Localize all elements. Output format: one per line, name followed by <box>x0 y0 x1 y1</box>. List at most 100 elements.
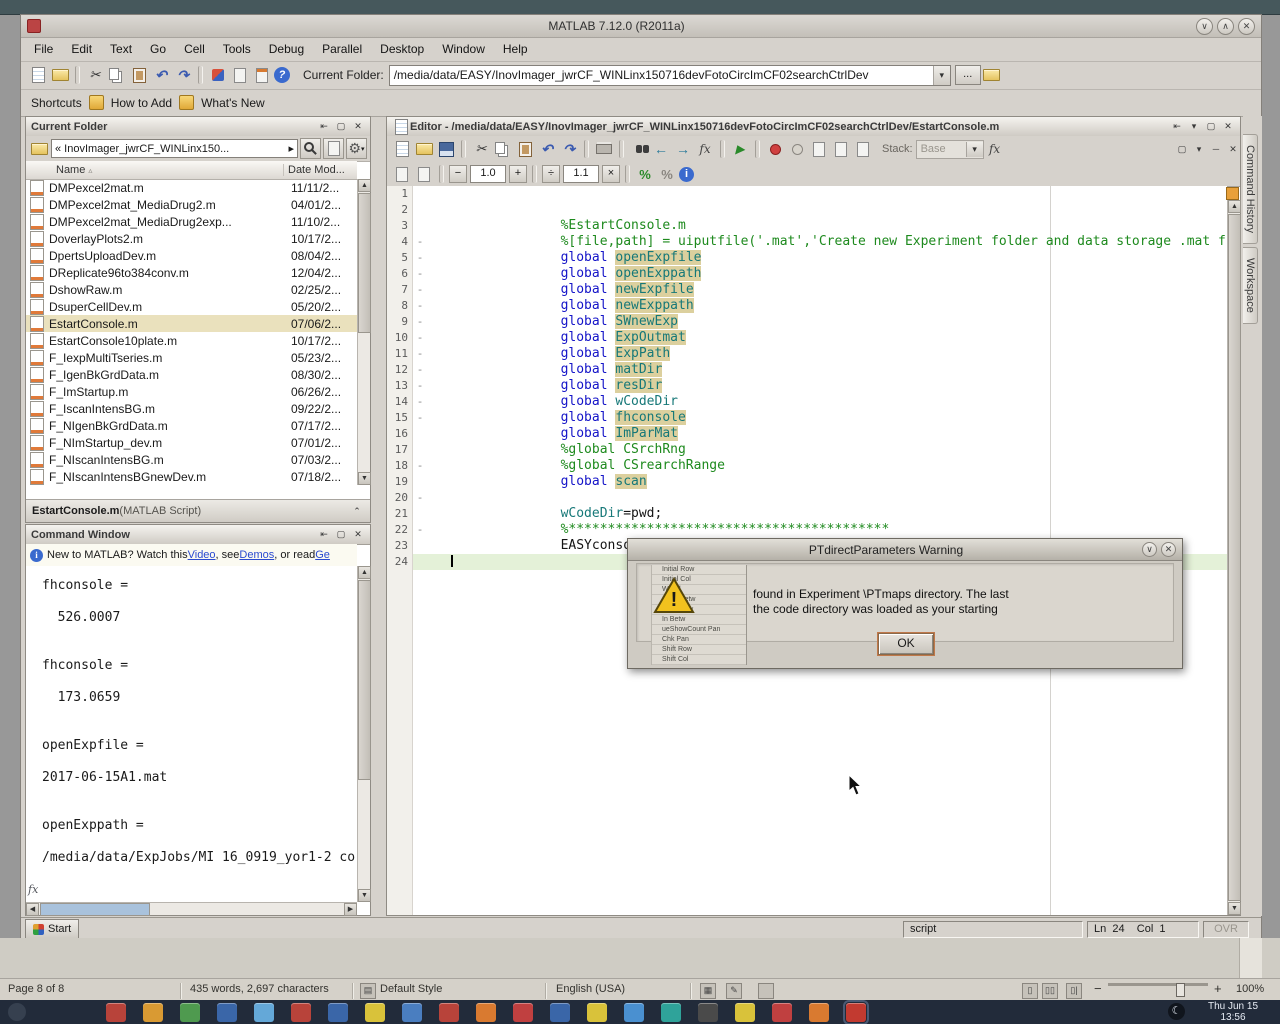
code-line[interactable]: 5 - global openExppath <box>387 250 1227 266</box>
new-file-icon[interactable] <box>28 65 48 85</box>
code-line[interactable]: 4 - global openExpfile <box>387 234 1227 250</box>
tray-moon-icon[interactable]: ☾ <box>1168 1003 1185 1020</box>
code-text[interactable] <box>427 474 1227 490</box>
taskbar-app-icon[interactable] <box>661 1003 681 1022</box>
increment-value-field[interactable]: 1.0 <box>470 165 506 183</box>
taskbar-app-icon[interactable] <box>291 1003 311 1022</box>
start-button[interactable]: Start <box>25 919 79 939</box>
code-line[interactable]: 1 <box>387 186 1227 202</box>
step-out-icon[interactable] <box>853 139 873 159</box>
up-folder-icon[interactable] <box>982 65 1002 85</box>
scrollbar-thumb[interactable] <box>358 580 371 780</box>
writer-scrollbar-remnant[interactable] <box>1239 938 1262 979</box>
code-line[interactable]: 19 <box>387 474 1227 490</box>
multiply-value-field[interactable]: 1.1 <box>563 165 599 183</box>
menu-item[interactable]: Desktop <box>371 40 433 58</box>
zoom-slider-knob[interactable] <box>1176 983 1185 997</box>
date-column-header[interactable]: Date Mod... <box>284 164 345 176</box>
menu-item[interactable]: Text <box>101 40 141 58</box>
copy-icon[interactable] <box>493 139 513 159</box>
breakpoint-column[interactable]: - <box>413 250 427 266</box>
code-text[interactable]: %EstartConsole.m <box>427 202 1227 218</box>
shortcut-how-to-add[interactable]: How to Add <box>111 96 172 110</box>
code-analyzer-indicator[interactable] <box>1226 187 1239 200</box>
code-text[interactable]: global ImParMat <box>427 410 1227 426</box>
close-panel-icon[interactable]: ✕ <box>351 120 365 133</box>
dock-icon[interactable]: ⇤ <box>317 528 331 541</box>
copy-icon[interactable] <box>107 65 127 85</box>
code-text[interactable]: global SWnewExp <box>427 298 1227 314</box>
separator[interactable] <box>755 140 760 158</box>
redo-icon[interactable]: ↷ <box>559 139 579 159</box>
breakpoint-column[interactable]: - <box>413 378 427 394</box>
taskbar-app-icon[interactable] <box>402 1003 422 1022</box>
code-text[interactable]: wCodeDir=pwd; <box>427 490 1227 506</box>
split-screen-icon[interactable]: ▢ <box>1175 143 1189 156</box>
code-text[interactable]: global resDir <box>427 362 1227 378</box>
separator[interactable] <box>461 140 466 158</box>
taskbar-app-icon[interactable] <box>698 1003 718 1022</box>
single-page-view-icon[interactable]: ▯ <box>1022 983 1038 999</box>
breakpoint-column[interactable] <box>413 426 427 442</box>
file-row[interactable]: F_NImStartup_dev.m 07/01/2... <box>26 434 357 451</box>
cell-divider-icon[interactable] <box>414 164 434 184</box>
code-text[interactable]: %[file,path] = uiputfile('.mat','Create … <box>427 218 1227 234</box>
stack-combobox[interactable]: Base ▾ <box>916 140 984 159</box>
command-window-output[interactable]: fhconsole = 526.0007fhconsole = 173.0659… <box>26 566 357 902</box>
code-line[interactable]: 2 %EstartConsole.m <box>387 202 1227 218</box>
step-in-icon[interactable] <box>831 139 851 159</box>
file-row[interactable]: F_IgenBkGrdData.m 08/30/2... <box>26 366 357 383</box>
code-text[interactable]: %global CSrearchRange <box>427 442 1227 458</box>
close-icon[interactable]: ✕ <box>1238 18 1255 35</box>
collapse-detail-icon[interactable]: ⌃ <box>350 505 364 518</box>
cut-icon[interactable]: ✂ <box>85 65 105 85</box>
stack-dropdown-icon[interactable]: ▾ <box>966 142 983 157</box>
taskbar-app-icon[interactable] <box>217 1003 237 1022</box>
code-text[interactable]: global ExpOutmat <box>427 314 1227 330</box>
command-window-hscrollbar[interactable]: ◀ ▶ <box>26 902 357 915</box>
separator[interactable] <box>584 140 589 158</box>
taskbar-clock[interactable]: Thu Jun 15 13:56 <box>1194 1001 1272 1023</box>
step-icon[interactable] <box>809 139 829 159</box>
breakpoint-column[interactable]: - <box>413 394 427 410</box>
forward-icon[interactable]: → <box>673 139 693 159</box>
side-tab[interactable]: Workspace <box>1243 247 1258 324</box>
editor-vscrollbar[interactable]: ▲ ▼ <box>1227 200 1240 915</box>
file-list-scrollbar[interactable]: ▲ ▼ <box>357 179 370 485</box>
menu-item[interactable]: Help <box>494 40 537 58</box>
redo-icon[interactable]: ↷ <box>173 65 193 85</box>
code-line[interactable]: 17 %global CSrearchRange <box>387 442 1227 458</box>
code-text[interactable]: %***************************************… <box>427 506 1227 522</box>
breakpoint-column[interactable] <box>413 538 427 554</box>
decrement-value-button[interactable]: − <box>449 165 467 183</box>
taskbar-app-icon[interactable] <box>180 1003 200 1022</box>
breakpoint-column[interactable]: - <box>413 346 427 362</box>
dock-icon[interactable]: ⇤ <box>1170 120 1184 133</box>
multi-page-view-icon[interactable]: ▯▯ <box>1042 983 1058 999</box>
taskbar-app-icon[interactable] <box>735 1003 755 1022</box>
code-text[interactable]: global scan <box>427 458 1227 474</box>
video-link[interactable]: Video <box>188 549 216 561</box>
code-text[interactable]: global wCodeDir <box>427 378 1227 394</box>
code-text[interactable]: EASYconsole <box>427 522 1227 538</box>
command-window-header[interactable]: Command Window ⇤ ▢ ✕ <box>26 525 370 545</box>
breadcrumb-arrow-icon[interactable]: ▸ <box>288 142 294 155</box>
dialog-close-icon[interactable]: ✕ <box>1161 542 1176 557</box>
code-line[interactable]: 3 %[file,path] = uiputfile('.mat','Creat… <box>387 218 1227 234</box>
breakpoint-column[interactable] <box>413 186 427 202</box>
scroll-right-icon[interactable]: ▶ <box>344 903 357 916</box>
file-row[interactable]: DReplicate96to384conv.m 12/04/2... <box>26 264 357 281</box>
maximize-icon[interactable]: ∧ <box>1217 18 1234 35</box>
zoom-out-icon[interactable]: − <box>1094 981 1102 996</box>
search-icon[interactable] <box>300 138 321 159</box>
simulink-icon[interactable] <box>208 65 228 85</box>
breakpoint-column[interactable]: - <box>413 282 427 298</box>
code-line[interactable]: 15 - global ImParMat <box>387 410 1227 426</box>
file-row[interactable]: DMPexcel2mat.m 11/11/2... <box>26 179 357 196</box>
code-text[interactable]: %global CSrchRng <box>427 426 1227 442</box>
menu-item[interactable]: Debug <box>260 40 313 58</box>
file-row[interactable]: DpertsUploadDev.m 08/04/2... <box>26 247 357 264</box>
scroll-up-icon[interactable]: ▲ <box>358 179 371 192</box>
taskbar-app-icon[interactable] <box>550 1003 570 1022</box>
selection-mode-icon[interactable]: ▦ <box>700 983 716 999</box>
